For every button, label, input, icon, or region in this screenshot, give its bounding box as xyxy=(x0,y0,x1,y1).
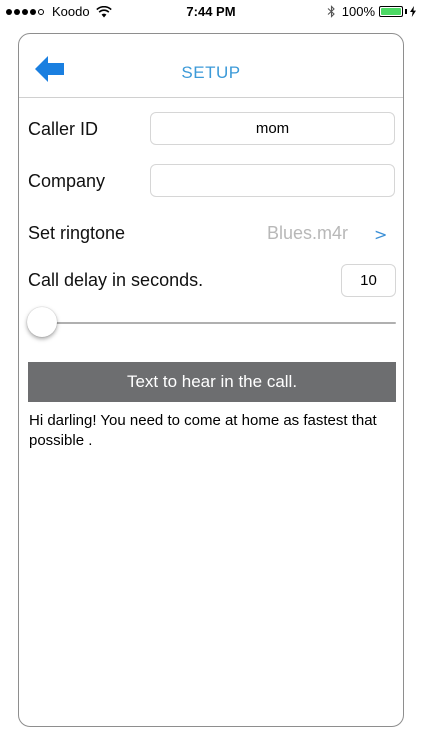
message-text[interactable]: Hi darling! You need to come at home as … xyxy=(29,411,393,451)
battery-icon xyxy=(379,6,403,17)
delay-input[interactable] xyxy=(341,264,396,297)
company-input[interactable] xyxy=(150,164,395,197)
ringtone-label: Set ringtone xyxy=(28,223,126,243)
bluetooth-icon xyxy=(327,5,335,18)
status-right: 100% xyxy=(327,4,416,19)
page-title: SETUP xyxy=(181,63,241,82)
ringtone-row[interactable]: Set ringtone Blues.m4r > xyxy=(28,223,396,247)
chevron-right-icon[interactable]: > xyxy=(374,225,387,244)
battery-percentage: 100% xyxy=(341,4,375,19)
caller-id-input[interactable] xyxy=(150,112,395,145)
text-section-header: Text to hear in the call. xyxy=(28,362,396,402)
caller-id-label: Caller ID xyxy=(28,119,99,139)
status-bar: Koodo 7:44 PM 100% xyxy=(0,0,422,24)
charging-bolt-icon xyxy=(410,6,416,17)
company-label: Company xyxy=(28,171,106,191)
setup-card: SETUP Caller ID Company Set ringtone Blu… xyxy=(18,33,404,727)
delay-slider-thumb[interactable] xyxy=(27,307,57,337)
delay-label: Call delay in seconds. xyxy=(28,270,204,290)
navigation-bar: SETUP xyxy=(19,34,403,98)
ringtone-value: Blues.m4r xyxy=(267,223,349,243)
battery-tip xyxy=(405,9,407,14)
delay-slider-track[interactable] xyxy=(28,322,396,324)
